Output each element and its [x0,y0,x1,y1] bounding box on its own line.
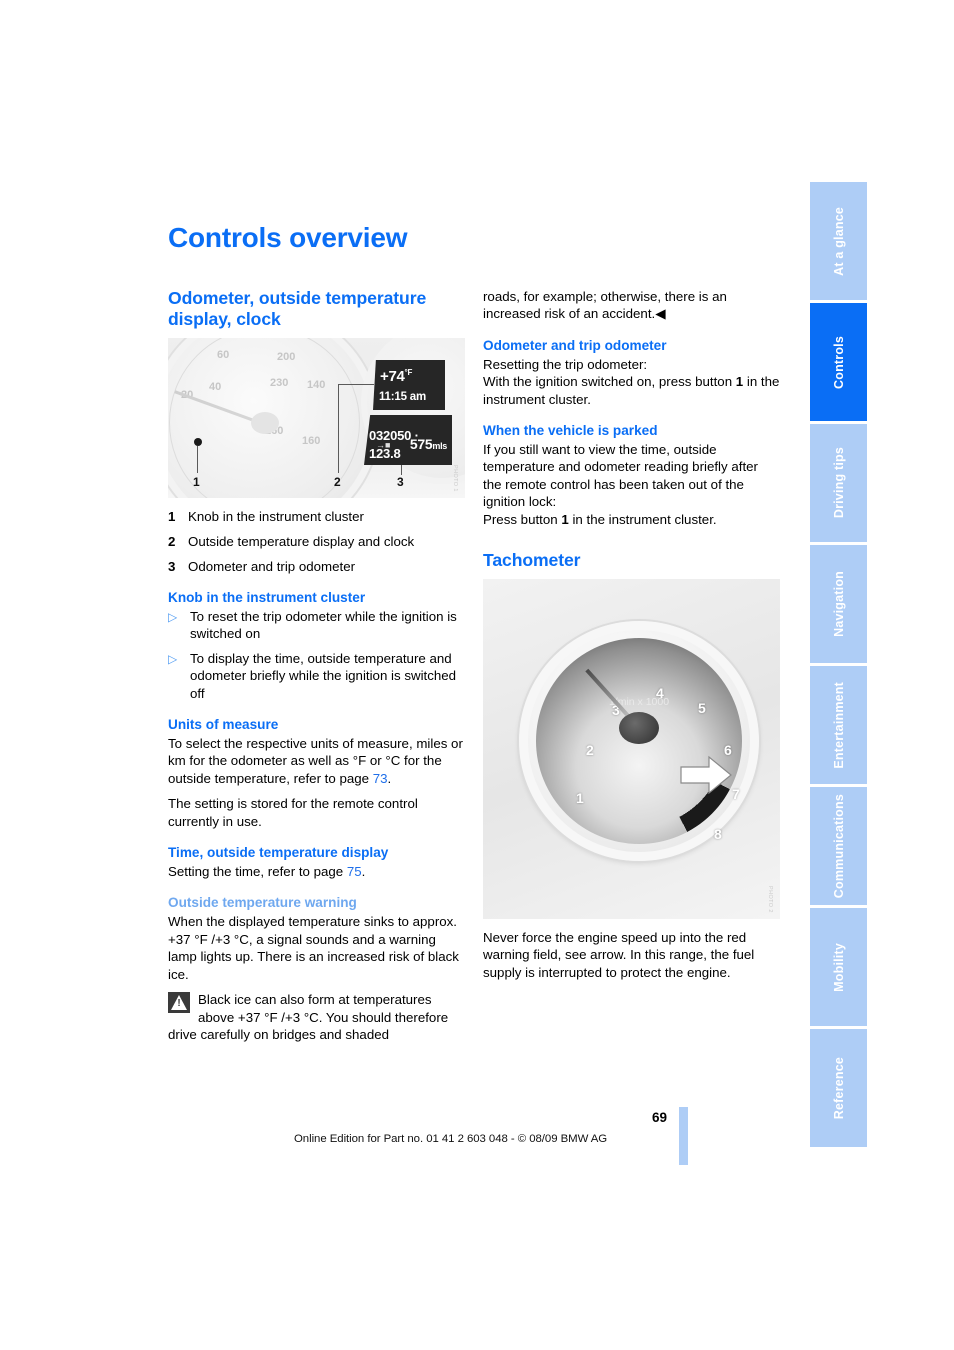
right-column: roads, for example; otherwise, there is … [483,288,780,989]
temperature-value: +74 [380,368,405,385]
warning-triangle-icon: ! [168,992,190,1014]
subheading-vehicle-parked: When the vehicle is parked [483,423,658,439]
sidebar-tab-entertainment[interactable]: Entertainment [810,666,867,784]
units-text-b: . [387,770,392,786]
parked-paragraph-1: If you still want to view the time, outs… [483,442,758,510]
tab-label: Navigation [831,571,846,637]
callout-2: 2 [334,475,341,489]
triangle-bullet-icon: ▷ [168,610,178,624]
cluster-legend-list: 1 Knob in the instrument cluster 2 Outsi… [168,508,465,575]
bullet-item: ▷ To display the time, outside temperatu… [168,650,465,702]
time-text-b: . [361,864,366,880]
legend-text: Outside temperature display and clock [188,534,415,549]
tach-number-5: 5 [698,700,706,717]
parked-text-a: Press button [483,511,562,527]
parked-text-b: in the instrument cluster. [568,511,717,527]
odometer-paragraph-2: With the ignition switched on, press but… [483,373,780,408]
tab-label: Driving tips [831,447,846,519]
figure-instrument-cluster: 20 60 40 200 230 140 260 160 +74°F 11:15… [168,338,465,498]
knob-marker [194,438,202,446]
callout-3: 3 [397,475,404,489]
legend-number: 1 [168,509,176,524]
continuation-paragraph: roads, for example; otherwise, there is … [483,289,727,322]
section-heading-tachometer: Tachometer [483,550,581,571]
page-title: Controls overview [168,222,408,253]
tab-label: Mobility [831,942,846,992]
bullet-item: ▷ To reset the trip odometer while the i… [168,608,465,643]
subheading-outside-temperature-warning: Outside temperature warning [168,895,357,911]
sidebar-tab-at-a-glance[interactable]: At a glance [810,182,867,300]
subheading-knob: Knob in the instrument cluster [168,590,366,605]
sidebar-tab-communications[interactable]: Communications [810,787,867,905]
subheading-time-display: Time, outside temperature display [168,845,389,861]
sidebar-tab-mobility[interactable]: Mobility [810,908,867,1026]
time-paragraph: Setting the time, refer to page 75. [168,863,465,880]
tach-number-8: 8 [714,826,722,843]
temperature-clock-display: +74°F 11:15 am [373,360,445,410]
parked-paragraph-2: Press button 1 in the instrument cluster… [483,511,780,528]
figure-watermark: PHOTO 1 [452,465,458,492]
temperature-unit: °F [404,368,413,377]
odometer-value: 032050 · 123.8 [369,428,419,461]
odometer-display: →■ 575mls 032050 · 123.8 [364,415,452,465]
footer-edition-text: Online Edition for Part no. 01 41 2 603 … [294,1133,608,1145]
legend-item: 1 Knob in the instrument cluster [168,508,465,525]
tach-number-1: 1 [576,790,584,807]
legend-number: 2 [168,534,176,549]
legend-text: Odometer and trip odometer [188,559,356,574]
page-reference-73[interactable]: 73 [373,771,388,786]
tab-label: Communications [831,793,846,899]
warning-paragraph: When the displayed temperature sinks to … [168,914,459,982]
warning-note-text: Black ice can also form at temperatures … [168,992,449,1042]
legend-item: 3 Odometer and trip odometer [168,558,465,575]
page-reference-75[interactable]: 75 [347,864,362,879]
units-paragraph-2: The setting is stored for the remote con… [168,796,418,829]
tach-number-7: 7 [732,786,740,803]
units-text-a: To select the respective units of measur… [168,736,463,786]
page-number: 69 [652,1110,668,1125]
odo-text-a: With the ignition switched on, press but… [483,374,736,390]
tab-label: At a glance [831,206,846,276]
tach-number-2: 2 [586,742,594,759]
left-column: Odometer, outside temperature display, c… [168,288,465,1043]
subheading-units-of-measure: Units of measure [168,717,279,733]
sidebar-tab-driving-tips[interactable]: Driving tips [810,424,867,542]
parked-button-number: 1 [561,511,569,527]
clock-value: 11:15 am [379,391,426,403]
tachometer-caption: Never force the engine speed up into the… [483,930,755,980]
callout-1: 1 [193,475,200,489]
tachometer-dial-graphic: 1 2 3 4 5 6 7 8 1/min x 1000 [519,621,759,862]
sidebar-tab-reference[interactable]: Reference [810,1029,867,1147]
footer-accent-bar [679,1107,688,1165]
chapter-tab-strip: At a glance Controls Driving tips Naviga… [810,182,867,1150]
legend-text: Knob in the instrument cluster [188,509,364,524]
legend-number: 3 [168,559,176,574]
figure-watermark: PHOTO 2 [767,886,773,914]
subheading-odometer-trip: Odometer and trip odometer [483,337,667,353]
tab-label: Reference [831,1056,846,1120]
time-text-a: Setting the time, refer to page [168,864,347,880]
warning-note-block: ! Black ice can also form at temperature… [168,991,465,1043]
sidebar-tab-controls[interactable]: Controls [810,303,867,421]
units-paragraph-1: To select the respective units of measur… [168,735,465,787]
triangle-bullet-icon: ▷ [168,651,178,666]
odometer-paragraph-1: Resetting the trip odometer: [483,356,648,372]
bullet-text: To display the time, outside temperature… [190,650,457,701]
section-heading-odometer: Odometer, outside temperature display, c… [168,288,427,329]
tab-label: Entertainment [831,681,846,769]
bullet-text: To reset the trip odometer while the ign… [190,609,457,642]
figure-tachometer: 1 2 3 4 5 6 7 8 1/min x 1000 PHOTO 2 [483,579,780,920]
manual-page: At a glance Controls Driving tips Naviga… [0,0,954,1350]
sidebar-tab-navigation[interactable]: Navigation [810,545,867,663]
legend-item: 2 Outside temperature display and clock [168,533,465,550]
knob-bullet-list: ▷ To reset the trip odometer while the i… [168,608,465,702]
tab-label: Controls [831,335,846,389]
